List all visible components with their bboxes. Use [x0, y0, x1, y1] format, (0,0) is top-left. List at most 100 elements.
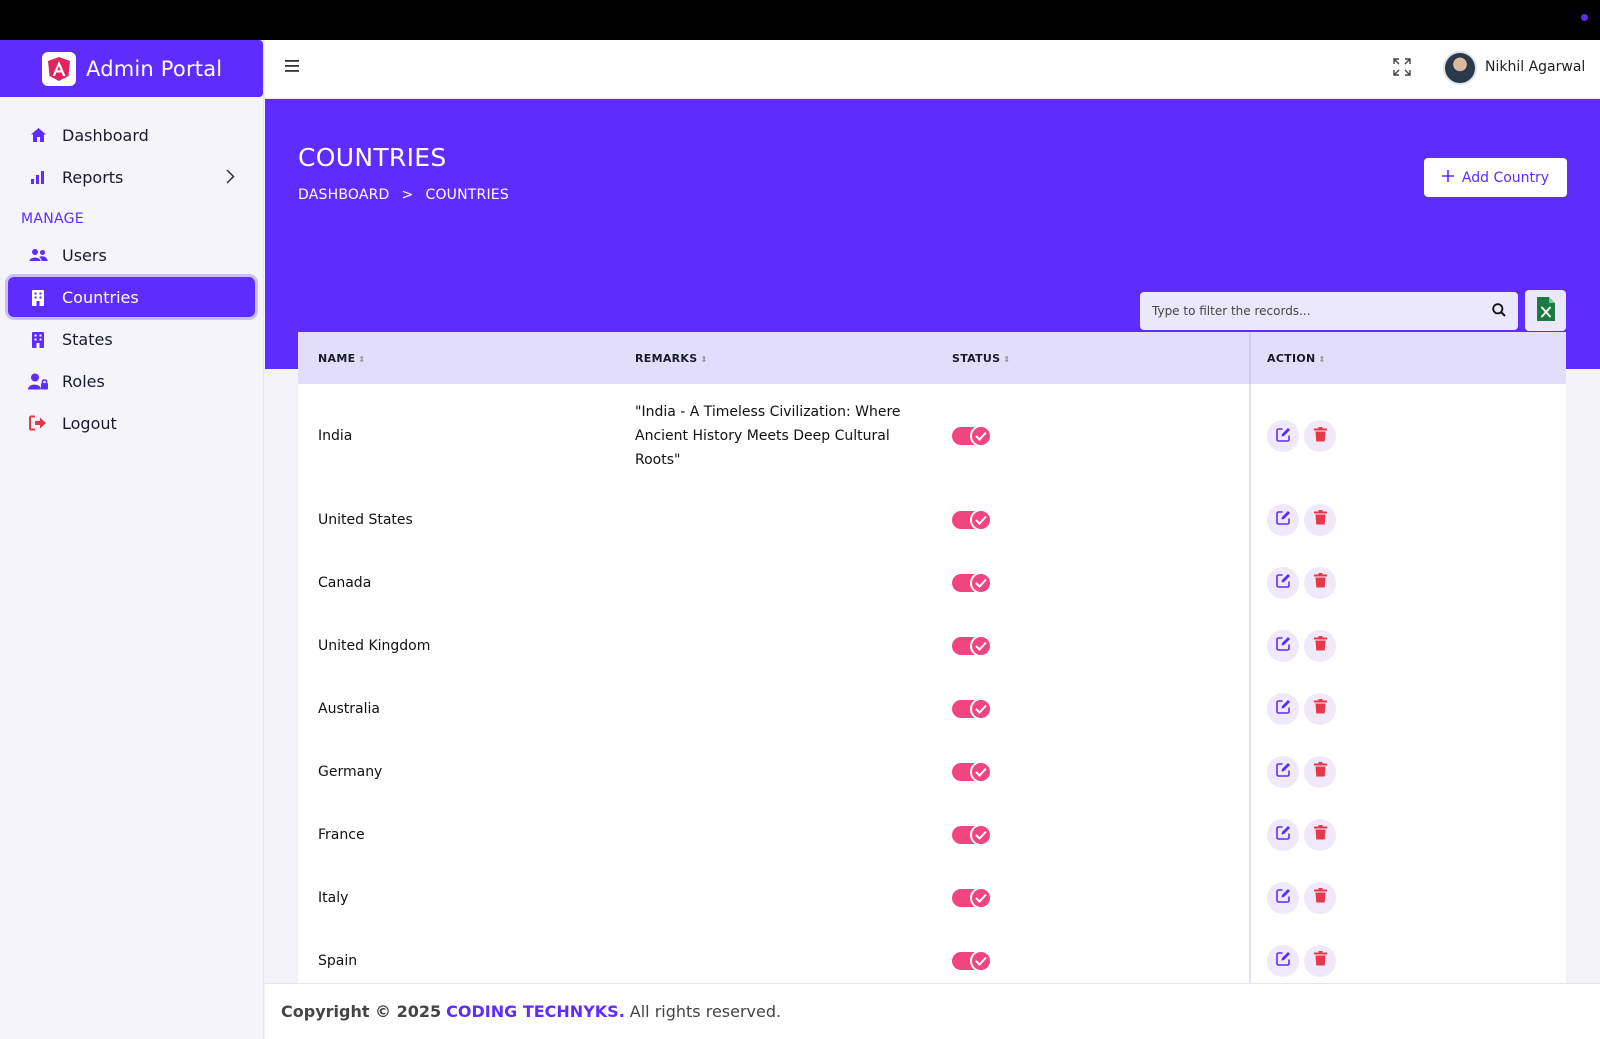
- sidebar-item-countries[interactable]: Countries: [8, 277, 255, 317]
- status-toggle[interactable]: [952, 760, 992, 783]
- delete-button[interactable]: [1304, 420, 1336, 452]
- status-toggle[interactable]: [952, 508, 992, 531]
- sidebar-item-reports[interactable]: Reports: [8, 157, 255, 197]
- check-icon: [970, 508, 992, 531]
- copyright-text: Copyright © 2025: [281, 1002, 442, 1021]
- status-cell: [932, 384, 1250, 488]
- delete-button[interactable]: [1304, 818, 1336, 851]
- country-name: Germany: [318, 763, 383, 780]
- status-toggle[interactable]: [952, 823, 992, 846]
- sidebar-item-users[interactable]: Users: [8, 235, 255, 275]
- edit-button[interactable]: [1267, 755, 1299, 788]
- avatar[interactable]: [1443, 51, 1477, 85]
- action-cell: [1249, 384, 1566, 488]
- edit-button[interactable]: [1267, 818, 1299, 851]
- status-cell: [932, 614, 1250, 677]
- hamburger-menu-icon[interactable]: [285, 56, 299, 77]
- search-icon[interactable]: [1492, 302, 1506, 321]
- check-icon: [970, 571, 992, 594]
- edit-button[interactable]: [1267, 692, 1299, 725]
- status-toggle[interactable]: [952, 886, 992, 909]
- table-row: Germany: [298, 740, 1566, 803]
- table-row: France: [298, 803, 1566, 866]
- bar-chart-icon: [28, 167, 48, 187]
- sidebar-item-label: Users: [62, 245, 107, 265]
- footer-brand-link[interactable]: CODING TECHNYKS.: [446, 1002, 625, 1021]
- column-header-remarks[interactable]: REMARKS ⇕: [615, 332, 932, 384]
- status-toggle[interactable]: [952, 571, 992, 594]
- trash-icon: [1313, 888, 1327, 907]
- country-remarks: [615, 866, 932, 929]
- sidebar-item-states[interactable]: States: [8, 319, 255, 359]
- action-cell: [1249, 677, 1566, 740]
- sort-icon: ⇕: [1003, 354, 1011, 364]
- sidebar-item-label: Roles: [62, 371, 105, 391]
- country-name: Australia: [318, 700, 380, 717]
- angular-logo-icon: [42, 51, 76, 86]
- action-cell: [1249, 551, 1566, 614]
- delete-button[interactable]: [1304, 944, 1336, 977]
- edit-icon: [1275, 427, 1291, 446]
- sidebar-item-label: Dashboard: [62, 125, 149, 145]
- add-country-button[interactable]: Add Country: [1424, 158, 1567, 197]
- check-icon: [970, 697, 992, 720]
- fullscreen-icon[interactable]: [1393, 58, 1411, 80]
- sidebar-item-logout[interactable]: Logout: [8, 403, 255, 443]
- trash-icon: [1313, 951, 1327, 970]
- sidebar-item-label: States: [62, 329, 113, 349]
- country-name: Spain: [318, 952, 358, 969]
- user-name[interactable]: Nikhil Agarwal: [1485, 59, 1585, 75]
- status-cell: [932, 677, 1250, 740]
- trash-icon: [1313, 426, 1327, 446]
- table-body: India "India - A Timeless Civilization: W…: [298, 384, 1566, 983]
- sidebar-item-roles[interactable]: Roles: [8, 361, 255, 401]
- country-remarks: [615, 614, 932, 677]
- check-icon: [970, 760, 992, 783]
- status-toggle[interactable]: [952, 634, 992, 657]
- delete-button[interactable]: [1304, 503, 1336, 536]
- delete-button[interactable]: [1304, 881, 1336, 914]
- trash-icon: [1313, 636, 1327, 655]
- status-toggle[interactable]: [952, 425, 992, 447]
- delete-button[interactable]: [1304, 692, 1336, 725]
- chevron-right-icon: [226, 169, 235, 188]
- country-name: Canada: [318, 574, 372, 591]
- table-row: India "India - A Timeless Civilization: W…: [298, 384, 1566, 488]
- edit-button[interactable]: [1267, 566, 1299, 599]
- sidebar-item-label: Countries: [62, 287, 139, 307]
- sidebar-item-dashboard[interactable]: Dashboard: [8, 115, 255, 155]
- action-cell: [1249, 488, 1566, 551]
- check-icon: [970, 634, 992, 657]
- building-icon: [28, 287, 48, 307]
- search-box: [1140, 292, 1518, 330]
- status-toggle[interactable]: [952, 697, 992, 720]
- edit-button[interactable]: [1267, 629, 1299, 662]
- country-remarks: [615, 803, 932, 866]
- sidebar-item-label: Reports: [62, 167, 124, 187]
- brand-header[interactable]: Admin Portal: [0, 40, 263, 97]
- search-input[interactable]: [1152, 304, 1492, 318]
- export-excel-button[interactable]: [1525, 290, 1566, 331]
- edit-icon: [1275, 951, 1291, 970]
- status-toggle[interactable]: [952, 949, 992, 972]
- delete-button[interactable]: [1304, 566, 1336, 599]
- edit-icon: [1275, 573, 1291, 592]
- edit-icon: [1275, 762, 1291, 781]
- countries-table: NAME ⇕ REMARKS ⇕ STATUS ⇕ ACTION ⇕ India "Ind…: [298, 332, 1566, 983]
- edit-button[interactable]: [1267, 420, 1299, 452]
- breadcrumb-dashboard[interactable]: DASHBOARD: [298, 187, 390, 203]
- trash-icon: [1313, 699, 1327, 718]
- edit-button[interactable]: [1267, 881, 1299, 914]
- edit-button[interactable]: [1267, 503, 1299, 536]
- sort-icon: ⇕: [700, 354, 708, 364]
- action-cell: [1249, 929, 1566, 983]
- column-header-status[interactable]: STATUS ⇕: [932, 332, 1250, 384]
- app-title: Admin Portal: [86, 56, 223, 81]
- column-header-name[interactable]: NAME ⇕: [298, 332, 615, 384]
- column-header-action[interactable]: ACTION ⇕: [1249, 332, 1566, 384]
- excel-icon: [1536, 296, 1556, 326]
- delete-button[interactable]: [1304, 629, 1336, 662]
- page-banner: COUNTRIES DASHBOARD > COUNTRIES Add Coun…: [265, 99, 1600, 369]
- edit-button[interactable]: [1267, 944, 1299, 977]
- delete-button[interactable]: [1304, 755, 1336, 788]
